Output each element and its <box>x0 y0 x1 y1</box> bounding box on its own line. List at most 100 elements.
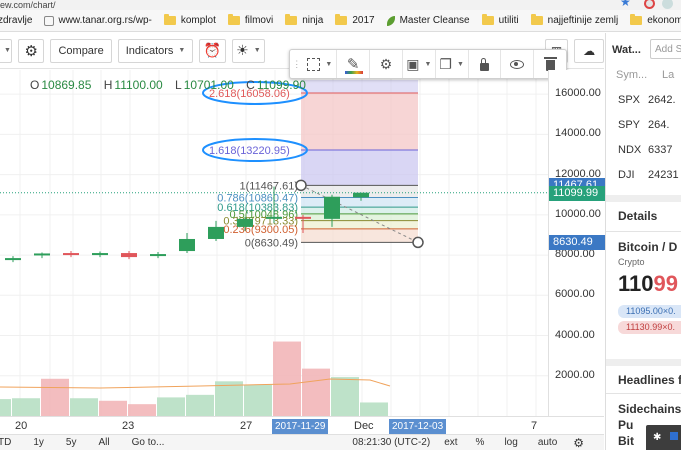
chart-pane[interactable]: 2.618(16058.06) 1.618(13220.95) 1(11467.61… <box>0 70 548 416</box>
percent-toggle[interactable]: % <box>476 437 485 448</box>
range-td[interactable]: TD <box>0 437 11 448</box>
bookmark-item[interactable]: najjeftinije zemlj <box>530 14 618 26</box>
copy-icon: ❐ <box>439 55 452 72</box>
candle-body <box>92 253 108 256</box>
log-toggle[interactable]: log <box>504 437 517 448</box>
close-value: 11099.90 <box>256 78 306 92</box>
lightbulb-icon: ☀ <box>236 42 249 58</box>
extension-icon[interactable] <box>644 0 655 9</box>
time-tick: Dec <box>354 420 374 432</box>
col-last[interactable]: La <box>662 69 681 81</box>
candle-body <box>5 258 21 261</box>
page-icon <box>44 15 55 26</box>
bookmark-item[interactable]: filmovi <box>227 14 273 26</box>
hide-button[interactable] <box>500 50 533 78</box>
price-tag: 8630.49 <box>549 235 605 251</box>
watchlist-last: 24231 <box>648 169 679 181</box>
candle-body <box>34 253 50 256</box>
bookmark-item[interactable]: ninja <box>285 14 323 26</box>
drag-point[interactable] <box>295 179 307 192</box>
fibonacci-extension[interactable]: 2.618(16058.06)1.618(13220.95)1(11467.61… <box>202 80 424 249</box>
watchlist-last: 6337 <box>648 144 673 156</box>
compare-button[interactable]: Compare <box>50 38 112 63</box>
fib-zone <box>301 197 418 208</box>
bookmark-item[interactable]: ekonomija <box>630 14 681 26</box>
chevron-down-icon: ▼ <box>178 47 186 54</box>
goto-button[interactable]: Go to... <box>132 437 165 448</box>
extended-hours-toggle[interactable]: ext <box>444 437 457 448</box>
visual-order-button[interactable]: ▣ ▼ <box>401 50 435 78</box>
camera-icon: ☁ <box>583 43 596 58</box>
ask-badge: 11130.99×0. <box>618 321 681 334</box>
candle-body <box>208 226 224 239</box>
candle-body <box>295 216 311 219</box>
star-icon[interactable]: ★ <box>620 0 631 8</box>
bookmark-item[interactable]: Master Cleanse <box>386 15 470 26</box>
drag-point[interactable] <box>412 236 424 249</box>
chart-settings-button[interactable]: ⚙ <box>17 38 45 63</box>
gear-icon[interactable]: ⚙ <box>573 436 584 450</box>
volume-bar <box>128 404 156 416</box>
ideas-button[interactable]: ☀ ▼ <box>231 38 265 63</box>
chevron-down-icon: ▼ <box>4 47 11 54</box>
alert-button[interactable]: ⏰ <box>199 38 226 63</box>
ohlc-legend: O 10869.85 H 11100.00 L 10701.00 C 11099.90 <box>30 78 315 92</box>
time-tick: 27 <box>240 420 253 432</box>
price-chart[interactable]: 2.618(16058.06)1.618(13220.95)1(11467.61… <box>0 70 548 416</box>
range-all[interactable]: All <box>98 437 109 448</box>
headline-item[interactable]: Sidechains <box>618 402 681 416</box>
low-label: L <box>175 78 182 92</box>
fib-zone <box>301 92 418 151</box>
trash-icon <box>543 56 557 71</box>
range-1y[interactable]: 1y <box>33 437 44 448</box>
bid-badge: 11095.00×0. <box>618 305 681 318</box>
address-bar[interactable]: ew.com/chart/ ★ <box>0 0 681 10</box>
snapshot-button[interactable]: ☁ <box>574 38 604 63</box>
drawing-toolbar: ⋮ ▼ ✎ ⚙ ▣ ▼ ❐ ▼ <box>289 49 567 79</box>
time-tag: 2017-11-29 <box>272 419 329 434</box>
instrument-price: 11099 <box>618 271 678 296</box>
candle-body <box>121 253 137 258</box>
fib-zone <box>301 213 418 221</box>
clone-button[interactable]: ❐ ▼ <box>434 50 468 78</box>
bluetooth-icon[interactable]: ✱ <box>653 432 661 443</box>
watchlist-last: 264. <box>648 119 670 131</box>
folder-icon <box>481 14 494 25</box>
add-symbol-input[interactable]: Add S <box>650 39 681 59</box>
bookmark-item[interactable]: zdravlje <box>0 15 32 26</box>
url-text: ew.com/chart/ <box>0 0 56 10</box>
folder-icon <box>530 14 543 25</box>
settings-button[interactable]: ⚙ <box>369 50 402 78</box>
time-axis[interactable]: 20 23 27 Dec 7 2017-11-29 2017-12-03 <box>0 416 604 434</box>
chevron-down-icon: ▼ <box>253 47 261 54</box>
details-title: Details <box>618 209 658 223</box>
line-color-button[interactable]: ✎ <box>336 50 369 78</box>
folder-icon <box>335 14 348 25</box>
volume-bar <box>360 402 388 416</box>
lock-icon <box>479 57 489 71</box>
range-5y[interactable]: 5y <box>66 437 77 448</box>
tray-icon[interactable] <box>670 432 679 440</box>
candle-body <box>179 238 195 252</box>
extension-icon-2[interactable] <box>662 0 673 9</box>
drag-handle[interactable]: ⋮ <box>290 50 304 78</box>
bookmark-item[interactable]: utiliti <box>481 14 519 26</box>
high-label: H <box>103 78 113 92</box>
indicators-button[interactable]: Indicators ▼ <box>117 38 194 63</box>
folder-icon <box>163 14 176 25</box>
fib-zone <box>301 150 418 186</box>
fib-label: 1.618(13220.95) <box>209 145 290 157</box>
volume-bar <box>99 400 127 416</box>
bookmark-item[interactable]: 2017 <box>335 14 375 26</box>
instrument-name: Bitcoin / D <box>618 240 678 254</box>
lock-button[interactable] <box>467 50 501 78</box>
interval-dropdown[interactable]: ▼ <box>0 38 12 63</box>
fib-label: 0(8630.49) <box>245 237 298 249</box>
templates-button[interactable]: ▼ <box>304 50 337 78</box>
price-axis[interactable]: 16000.00 14000.00 12000.00 10000.00 8000.00 6… <box>548 70 605 416</box>
bookmark-item[interactable]: komplot <box>163 14 216 26</box>
auto-toggle[interactable]: auto <box>538 437 557 448</box>
bookmark-item[interactable]: www.tanar.org.rs/wp- <box>44 15 152 26</box>
volume-bars <box>0 341 391 416</box>
volume-bar <box>157 397 185 416</box>
